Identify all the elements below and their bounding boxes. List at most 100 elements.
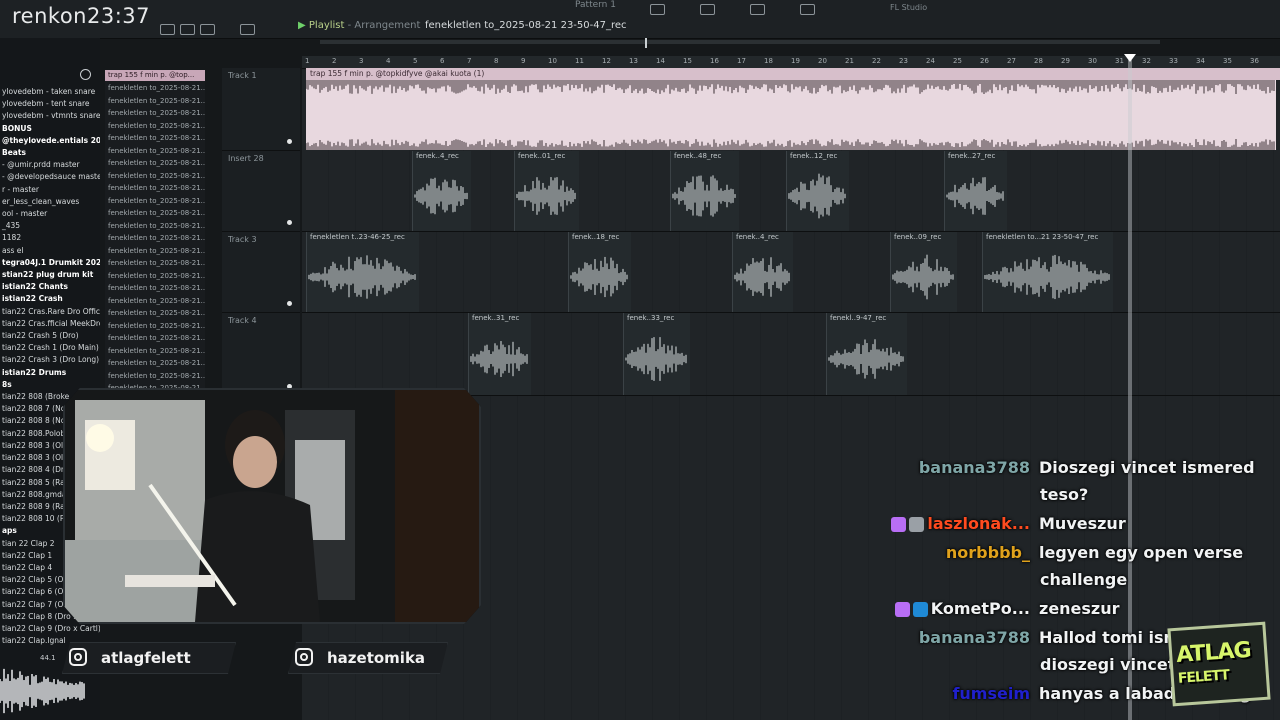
audio-clip[interactable]: fenek..01_rec bbox=[514, 151, 579, 231]
clip-source-item[interactable]: fenekletlen to_2025-08-21... bbox=[105, 82, 205, 95]
clip-source-item[interactable]: fenekletlen to_2025-08-21... bbox=[105, 145, 205, 158]
audio-clip[interactable]: fenek..31_rec bbox=[468, 313, 531, 395]
browser-item[interactable]: tian22 Crash 5 (Dro) bbox=[0, 330, 100, 342]
clip-source-list: trap 155 f min p. @top... fenekletlen to… bbox=[105, 70, 205, 400]
clip-source-item[interactable]: fenekletlen to_2025-08-21... bbox=[105, 307, 205, 320]
browser-item[interactable]: ylovedebm - tent snare bbox=[0, 98, 100, 110]
clip-source-item[interactable]: fenekletlen to_2025-08-21... bbox=[105, 170, 205, 183]
audio-clip[interactable]: fenek..4_rec bbox=[732, 232, 793, 312]
audio-clip[interactable]: fenek..4_rec bbox=[412, 151, 471, 231]
clip-source-item[interactable]: fenekletlen to_2025-08-21... bbox=[105, 107, 205, 120]
clip-label: fenek..18_rec bbox=[572, 233, 620, 241]
track-header-2[interactable]: Insert 28 bbox=[222, 151, 300, 232]
clip-source-item[interactable]: fenekletlen to_2025-08-21... bbox=[105, 332, 205, 345]
clip-source-selected[interactable]: trap 155 f min p. @top... bbox=[105, 70, 205, 81]
browser-item[interactable]: tian22 Crash 1 (Dro Main) bbox=[0, 342, 100, 354]
app-label: FL Studio bbox=[890, 3, 928, 12]
playhead-marker[interactable] bbox=[1124, 54, 1136, 62]
clip-source-item[interactable]: fenekletlen to_2025-08-21... bbox=[105, 370, 205, 383]
browser-item[interactable]: tian22 Cras.fficial MeekDro) bbox=[0, 318, 100, 330]
clip-source-item[interactable]: fenekletlen to_2025-08-21... bbox=[105, 120, 205, 133]
ruler-bar-number: 21 bbox=[845, 57, 854, 65]
clip-source-item[interactable]: fenekletlen to_2025-08-21... bbox=[105, 357, 205, 370]
track-header-3[interactable]: Track 3 bbox=[222, 232, 300, 313]
pattern-selector[interactable]: Pattern 1 bbox=[575, 0, 616, 10]
browser-item[interactable]: @theylovede.entials 2022 bbox=[0, 135, 100, 147]
audio-clip[interactable]: fenek..48_rec bbox=[670, 151, 739, 231]
audio-clip[interactable]: fenek..09_rec bbox=[890, 232, 957, 312]
clip-source-item[interactable]: fenekletlen to_2025-08-21... bbox=[105, 132, 205, 145]
browser-item[interactable]: istian22 Chants bbox=[0, 281, 100, 293]
audio-clip[interactable]: fenekl..9-47_rec bbox=[826, 313, 907, 395]
browser-item[interactable]: stian22 plug drum kit bbox=[0, 269, 100, 281]
cut-icon[interactable] bbox=[160, 24, 175, 35]
piano-roll-icon[interactable] bbox=[800, 4, 815, 15]
browser-item[interactable]: tian22 Crash 3 (Dro Long) bbox=[0, 354, 100, 366]
track-header-4[interactable]: Track 4 bbox=[222, 313, 300, 396]
clip-waveform bbox=[516, 177, 576, 215]
browser-item[interactable]: ool - master bbox=[0, 208, 100, 220]
clip-source-item[interactable]: fenekletlen to_2025-08-21... bbox=[105, 157, 205, 170]
audio-clip[interactable]: fenek..12_rec bbox=[786, 151, 849, 231]
clip-source-item[interactable]: fenekletlen to_2025-08-21... bbox=[105, 320, 205, 333]
audio-clip[interactable]: fenek..27_rec bbox=[944, 151, 1007, 231]
audio-clip[interactable]: fenek..33_rec bbox=[623, 313, 690, 395]
clip-source-item[interactable]: fenekletlen to_2025-08-21... bbox=[105, 95, 205, 108]
browser-item[interactable]: - @umir.prdd master bbox=[0, 159, 100, 171]
clip-label: fenek..09_rec bbox=[894, 233, 942, 241]
browser-item[interactable]: istian22 Drums bbox=[0, 367, 100, 379]
mixer-icon[interactable] bbox=[700, 4, 715, 15]
scroll-thumb[interactable] bbox=[645, 38, 647, 48]
clip-source-item[interactable]: fenekletlen to_2025-08-21... bbox=[105, 232, 205, 245]
browser-item[interactable]: - @developedsauce master bbox=[0, 171, 100, 183]
chat-message: laszlonak... Muveszur bbox=[880, 514, 1275, 533]
ruler-bar-number: 33 bbox=[1169, 57, 1178, 65]
browser-item[interactable]: ylovedebm - taken snare bbox=[0, 86, 100, 98]
clip-source-item[interactable]: fenekletlen to_2025-08-21... bbox=[105, 220, 205, 233]
clip-source-item[interactable]: fenekletlen to_2025-08-21... bbox=[105, 195, 205, 208]
channel-rack-icon[interactable] bbox=[750, 4, 765, 15]
browser-item[interactable]: _435 bbox=[0, 220, 100, 232]
audio-clip[interactable]: fenekletlen t..23-46-25_rec bbox=[306, 232, 419, 312]
audio-clip[interactable]: fenekletlen to...21 23-50-47_rec bbox=[982, 232, 1113, 312]
browser-item[interactable]: tegra04J.1 Drumkit 2023 bbox=[0, 257, 100, 269]
clip-source-item[interactable]: fenekletlen to_2025-08-21... bbox=[105, 345, 205, 358]
ruler-bar-number: 7 bbox=[467, 57, 472, 65]
track-header-1[interactable]: Track 1 bbox=[222, 68, 300, 151]
browser-item[interactable]: tian22 Clap 9 (Dro x Cartl) bbox=[0, 623, 100, 635]
track-dot[interactable] bbox=[287, 301, 292, 306]
browser-item[interactable]: istian22 Crash bbox=[0, 293, 100, 305]
mute-icon[interactable] bbox=[180, 24, 195, 35]
search-icon[interactable] bbox=[80, 69, 91, 80]
clip-label: fenek..31_rec bbox=[472, 314, 520, 322]
clip-source-item[interactable]: fenekletlen to_2025-08-21... bbox=[105, 270, 205, 283]
browser-item[interactable]: r - master bbox=[0, 184, 100, 196]
clip-source-item[interactable]: fenekletlen to_2025-08-21... bbox=[105, 245, 205, 258]
zoom-icon[interactable] bbox=[240, 24, 255, 35]
clip-source-item[interactable]: fenekletlen to_2025-08-21... bbox=[105, 207, 205, 220]
clip-source-item[interactable]: fenekletlen to_2025-08-21... bbox=[105, 257, 205, 270]
browser-item[interactable]: 1182 bbox=[0, 232, 100, 244]
browser-item[interactable]: BONUS bbox=[0, 123, 100, 135]
social-handle: hazetomika bbox=[327, 649, 426, 667]
browser-item[interactable]: ylovedebm - vtmnts snare bbox=[0, 110, 100, 122]
browser-item[interactable]: er_less_clean_waves bbox=[0, 196, 100, 208]
ruler-bar-number: 5 bbox=[413, 57, 418, 65]
clip-waveform bbox=[672, 175, 736, 217]
ruler-bar-number: 34 bbox=[1196, 57, 1205, 65]
slip-icon[interactable] bbox=[200, 24, 215, 35]
clip-source-item[interactable]: fenekletlen to_2025-08-21... bbox=[105, 295, 205, 308]
snap-icon[interactable] bbox=[650, 4, 665, 15]
browser-item[interactable]: Beats bbox=[0, 147, 100, 159]
clip-source-item[interactable]: fenekletlen to_2025-08-21... bbox=[105, 182, 205, 195]
horizontal-scrollbar[interactable] bbox=[320, 40, 1160, 44]
clip-source-item[interactable]: fenekletlen to_2025-08-21... bbox=[105, 282, 205, 295]
clip-waveform bbox=[892, 254, 954, 300]
audio-clip[interactable]: fenek..18_rec bbox=[568, 232, 631, 312]
track-dot[interactable] bbox=[287, 139, 292, 144]
browser-item[interactable]: ass el bbox=[0, 245, 100, 257]
lane-4[interactable] bbox=[302, 313, 1280, 396]
tab-playlist[interactable]: ▶ Playlist - Arrangement bbox=[298, 20, 420, 31]
track-dot[interactable] bbox=[287, 220, 292, 225]
browser-item[interactable]: tian22 Cras.Rare Dro Official) bbox=[0, 306, 100, 318]
